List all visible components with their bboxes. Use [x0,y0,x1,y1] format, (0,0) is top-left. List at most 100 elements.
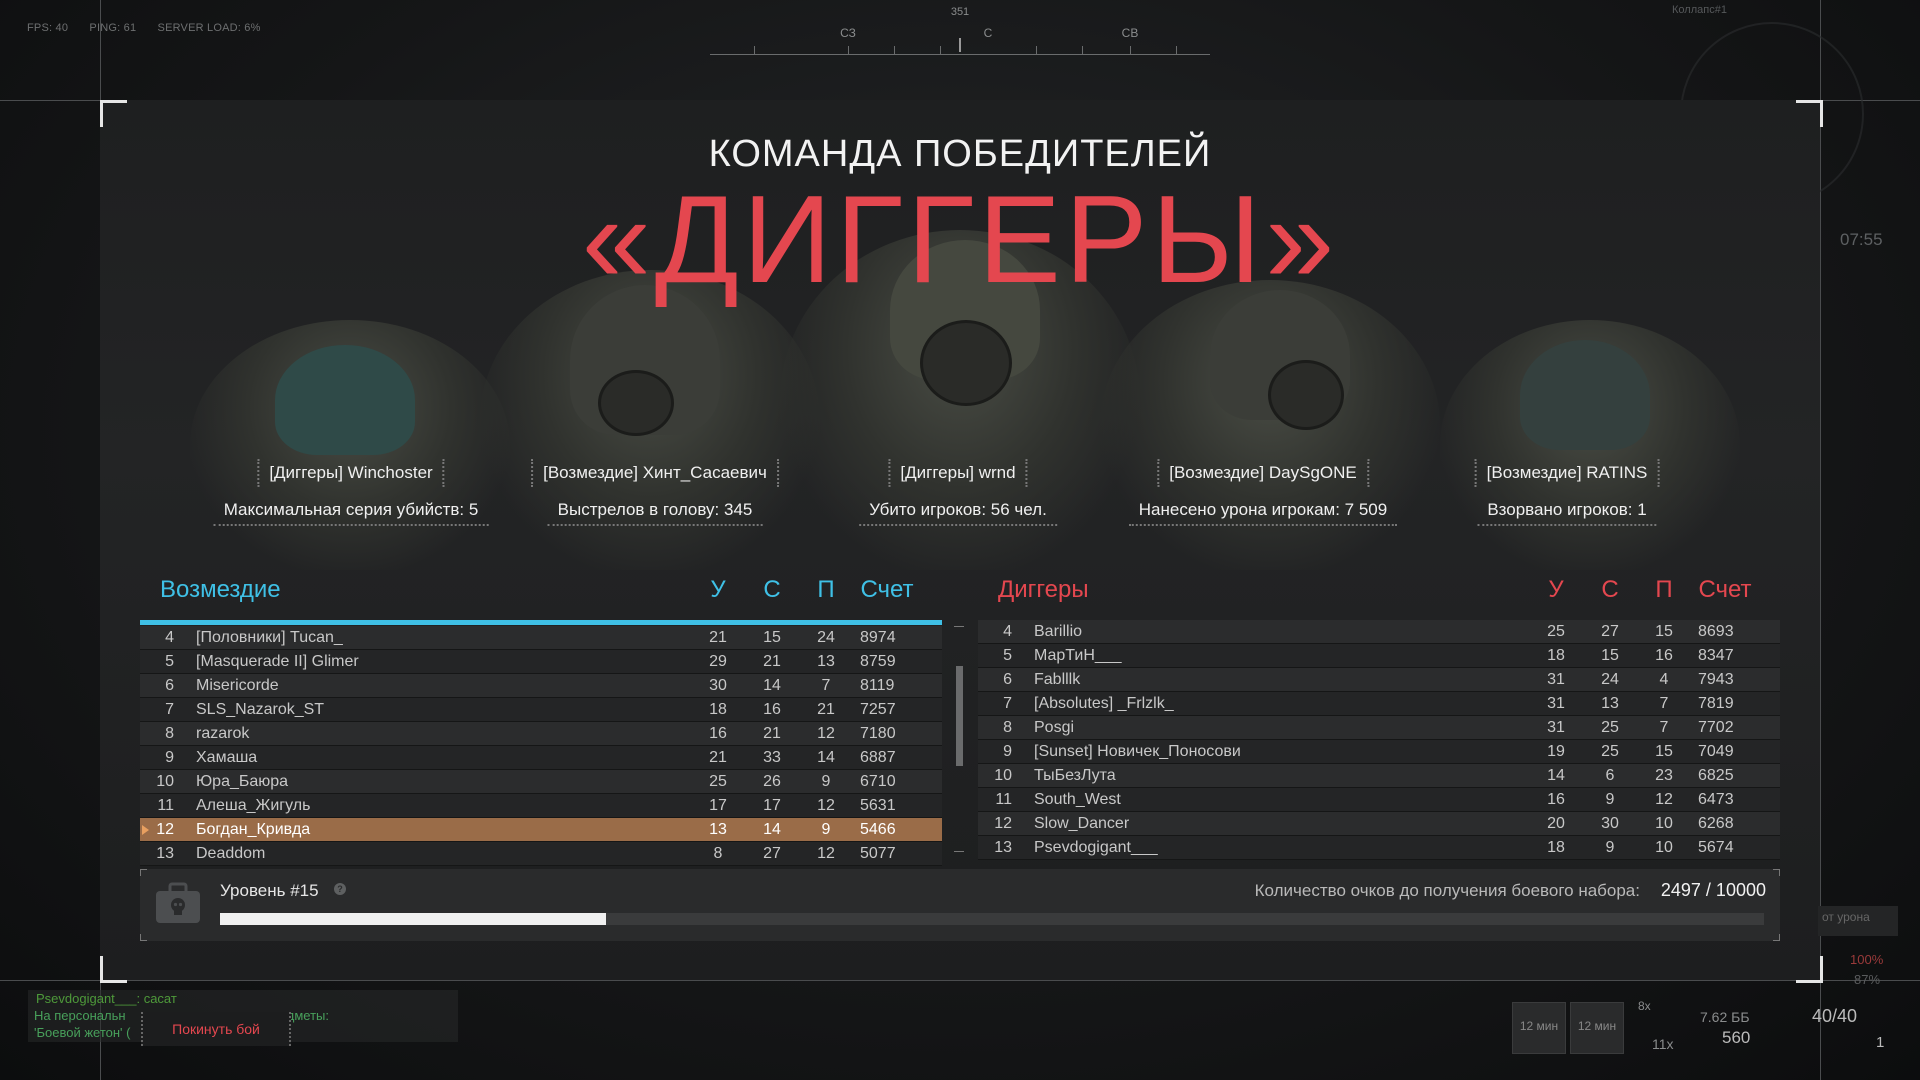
extra-count: 1 [1876,1034,1885,1051]
battle-kit-icon [156,882,200,923]
cell-assists: 25 [1601,743,1619,760]
table-row[interactable]: 8 razarok 16 21 12 7180 [140,722,942,746]
cell-deaths: 12 [1655,791,1673,808]
points-label: Количество очков до получения боевого на… [1254,881,1640,900]
mvp-stat-3: Убито игроков: 56 чел. [859,496,1057,526]
table-row[interactable]: 12 Slow_Dancer 20 30 10 6268 [978,812,1780,836]
mvp-stat-4: Нанесено урона игрокам: 7 509 [1128,496,1398,526]
item-slot-label: 12 мин [1519,1019,1559,1033]
cell-player-name: razarok [196,725,250,742]
table-row[interactable]: 11 Алеша_Жигуль 17 17 12 5631 [140,794,942,818]
cell-kills: 31 [1547,695,1565,712]
table-row-current-player[interactable]: 12 Богдан_Кривда 13 14 9 5466 [140,818,942,842]
cell-deaths: 9 [821,773,831,790]
cell-deaths: 21 [817,701,835,718]
cell-player-name: Юра_Баюра [196,773,289,790]
cell-assists: 14 [763,677,781,694]
ammo-reserve: 560 [1722,1028,1751,1047]
cell-rank: 6 [1003,671,1012,688]
cell-deaths: 12 [817,725,835,742]
col-kills-right: У [1548,576,1564,603]
cell-kills: 20 [1547,815,1565,832]
fps-readout: FPS: 40 [27,22,69,34]
table-row[interactable]: 11 South_West 16 9 12 6473 [978,788,1780,812]
cell-deaths: 23 [1655,767,1673,784]
leave-battle-button[interactable]: Покинуть бой [141,1012,291,1046]
cell-deaths: 7 [1659,719,1669,736]
scoreboard-right: 4 Barillio 25 27 15 8693 5 МарТиН___ 18 15 16 8347 6… [978,620,1780,860]
chat-line: Psevdogigant___: сасат [36,991,177,1006]
compass: 351 СЗ С СВ [710,6,1210,58]
cell-deaths: 9 [821,821,831,838]
frame-bottom-line [0,980,1920,981]
item-slot-2[interactable]: 12 мин [1570,1002,1624,1054]
cell-rank: 12 [994,815,1012,832]
soldier-helmet [275,345,415,455]
compass-needle [959,38,961,52]
cell-deaths: 7 [821,677,831,694]
table-row[interactable]: 10 Юра_Баюра 25 26 9 6710 [140,770,942,794]
cell-rank: 13 [994,839,1012,856]
cell-kills: 21 [709,749,727,766]
table-row[interactable]: 13 Psevdogigant___ 18 9 10 5674 [978,836,1780,860]
cell-score: 6887 [860,749,896,766]
cell-deaths: 10 [1655,815,1673,832]
team-name-left: Возмездие [160,576,281,603]
cell-deaths: 10 [1655,839,1673,856]
cell-player-name: ТыБезЛута [1034,767,1116,784]
winner-team-title: «ДИГГЕРЫ» [581,171,1339,309]
item-slot-label: 12 мин [1577,1019,1617,1033]
table-row[interactable]: 13 Deaddom 8 27 12 5077 [140,842,942,866]
table-row[interactable]: 9 [Sunset] Новичек_Поносови 19 25 15 7049 [978,740,1780,764]
damage-panel: от урона [1818,906,1898,936]
table-row[interactable]: 6 Misericorde 30 14 7 8119 [140,674,942,698]
scrollbar[interactable] [954,626,964,852]
cell-score: 5466 [860,821,896,838]
cell-assists: 15 [1601,647,1619,664]
battle-kit-progress: Уровень #15 ? Количество очков до получе… [140,869,1780,941]
cell-assists: 27 [1601,623,1619,640]
cell-deaths: 12 [817,845,835,862]
progress-bar-fill [220,913,606,925]
table-row[interactable]: 5 МарТиН___ 18 15 16 8347 [978,644,1780,668]
table-row[interactable]: 10 ТыБезЛута 14 6 23 6825 [978,764,1780,788]
cell-kills: 13 [709,821,727,838]
compass-tick [940,46,941,54]
table-row[interactable]: 7 SLS_Nazarok_ST 18 16 21 7257 [140,698,942,722]
soldier-mask [598,370,674,436]
cell-kills: 29 [709,653,727,670]
chat-line-start: На персональн [34,1008,126,1023]
info-icon[interactable]: ? [334,883,346,895]
cell-deaths: 16 [1655,647,1673,664]
col-score-right: Счет [1698,576,1752,603]
cell-rank: 13 [156,845,174,862]
mvp-name-5: [Возмездие] RATINS [1474,459,1660,487]
cell-assists: 9 [1605,839,1615,856]
table-row[interactable]: 8 Posgi 31 25 7 7702 [978,716,1780,740]
cell-assists: 21 [763,725,781,742]
cell-rank: 7 [165,701,174,718]
table-row[interactable]: 4 [Половники] Tucan_ 21 15 24 8974 [140,626,942,650]
cell-rank: 10 [156,773,174,790]
cell-score: 5631 [860,797,896,814]
cell-deaths: 4 [1659,671,1669,688]
scrollbar-cap [954,626,964,627]
table-row[interactable]: 4 Barillio 25 27 15 8693 [978,620,1780,644]
cell-player-name: [Половники] Tucan_ [196,629,343,646]
table-row[interactable]: 5 [Masquerade II] Glimer 29 21 13 8759 [140,650,942,674]
team-name-right: Диггеры [998,576,1089,603]
cell-score: 6268 [1698,815,1734,832]
grenade-count: 11x [1652,1036,1674,1052]
table-row[interactable]: 7 [Absolutes] _Frlzlk_ 31 13 7 7819 [978,692,1780,716]
scrollbar-thumb[interactable] [956,666,963,766]
compass-degree: 351 [950,6,970,18]
table-row[interactable]: 6 Fablllk 31 24 4 7943 [978,668,1780,692]
cell-rank: 8 [1003,719,1012,736]
item-slot-1[interactable]: 12 мин [1512,1002,1566,1054]
compass-tick [1036,46,1037,54]
cell-kills: 31 [1547,719,1565,736]
soldier-helmet [1520,340,1650,450]
table-row[interactable]: 9 Хамаша 21 33 14 6887 [140,746,942,770]
cell-player-name: South_West [1034,791,1121,808]
cell-deaths: 7 [1659,695,1669,712]
